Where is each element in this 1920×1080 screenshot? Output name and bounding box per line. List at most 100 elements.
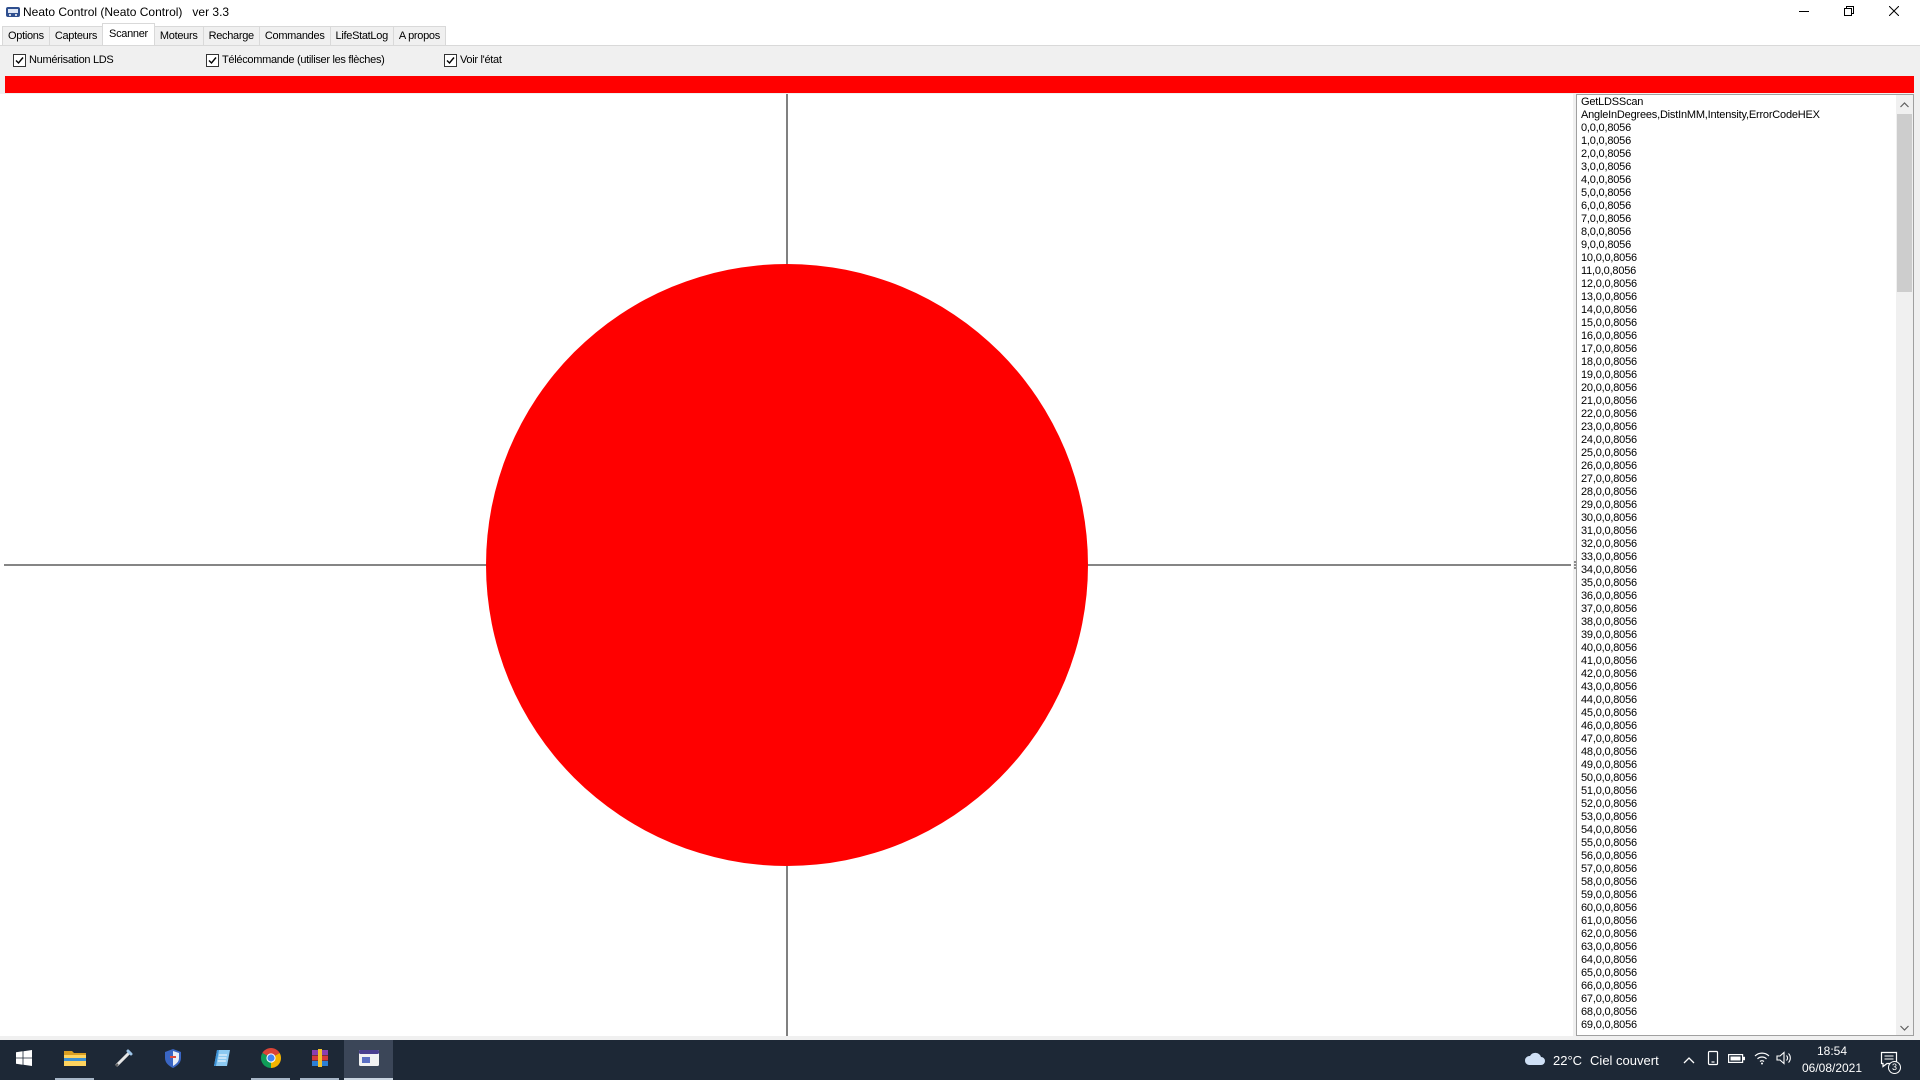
taskbar-app-archive[interactable]: [295, 1040, 344, 1080]
scan-output-line: 13,0,0,8056: [1581, 291, 1637, 303]
lds-scan-canvas[interactable]: [0, 94, 1573, 1036]
scan-output-line: 30,0,0,8056: [1581, 512, 1637, 524]
minimize-button[interactable]: [1781, 0, 1826, 24]
chevron-up-icon: [1683, 1051, 1695, 1069]
notification-count-badge: 3: [1888, 1061, 1901, 1074]
checkbox-box[interactable]: [13, 54, 26, 67]
scan-output-line: 16,0,0,8056: [1581, 330, 1637, 342]
scroll-up-button[interactable]: [1896, 95, 1913, 112]
scan-output-line: 6,0,0,8056: [1581, 200, 1631, 212]
scan-output-line: 42,0,0,8056: [1581, 668, 1637, 680]
clock-date: 06/08/2021: [1801, 1061, 1863, 1075]
lds-scan-checkbox[interactable]: Numérisation LDS: [13, 54, 114, 67]
tab-recharge[interactable]: Recharge: [202, 26, 260, 45]
archive-icon: [309, 1047, 331, 1074]
scan-output-line: 44,0,0,8056: [1581, 694, 1637, 706]
tab-capteurs[interactable]: Capteurs: [48, 26, 104, 45]
show-state-label[interactable]: Voir l'état: [460, 54, 502, 67]
weather-condition: Ciel couvert: [1590, 1052, 1659, 1068]
taskbar-app-chrome[interactable]: [246, 1040, 295, 1080]
scan-output-line: 59,0,0,8056: [1581, 889, 1637, 901]
show-hidden-icons-button[interactable]: [1678, 1040, 1700, 1080]
scan-output-line: 66,0,0,8056: [1581, 980, 1637, 992]
checkmark-icon: [15, 57, 24, 65]
tab-a-propos[interactable]: A propos: [392, 26, 446, 45]
cloudy-weather-icon: [1523, 1050, 1545, 1071]
tab-options[interactable]: Options: [2, 26, 50, 45]
tab-list: Options Capteurs Scanner Moteurs Recharg…: [2, 23, 446, 45]
scroll-down-button[interactable]: [1896, 1018, 1913, 1035]
scan-output-line: 3,0,0,8056: [1581, 161, 1631, 173]
scan-output-line: 47,0,0,8056: [1581, 733, 1637, 745]
scan-output-line: 58,0,0,8056: [1581, 876, 1637, 888]
scan-output-line: 64,0,0,8056: [1581, 954, 1637, 966]
scan-output-line: 67,0,0,8056: [1581, 993, 1637, 1005]
scan-output-line: 10,0,0,8056: [1581, 252, 1637, 264]
scan-output-line: 8,0,0,8056: [1581, 226, 1631, 238]
scan-output-line: 34,0,0,8056: [1581, 564, 1637, 576]
title-bar[interactable]: Neato Control (Neato Control) ver 3.3: [0, 0, 1920, 24]
lds-scan-label[interactable]: Numérisation LDS: [29, 54, 114, 67]
scan-output-textbox[interactable]: GetLDSScan AngleInDegrees,DistInMM,Intens…: [1576, 94, 1914, 1036]
status-bar: [5, 76, 1914, 93]
tab-lifestatlog[interactable]: LifeStatLog: [329, 26, 394, 45]
tray-volume-button[interactable]: [1773, 1040, 1795, 1080]
start-button[interactable]: [0, 1040, 48, 1080]
weather-text[interactable]: 22°C Ciel couvert: [1553, 1040, 1659, 1080]
scan-output-line: 4,0,0,8056: [1581, 174, 1631, 186]
scan-output-line: 43,0,0,8056: [1581, 681, 1637, 693]
tab-commandes[interactable]: Commandes: [258, 26, 331, 45]
weather-button[interactable]: [1523, 1040, 1545, 1080]
checkmark-icon: [446, 57, 455, 65]
scan-output-line: 35,0,0,8056: [1581, 577, 1637, 589]
scroll-thumb[interactable]: [1897, 114, 1912, 292]
scan-output-line: 48,0,0,8056: [1581, 746, 1637, 758]
taskbar-app-file-explorer[interactable]: [50, 1040, 99, 1080]
remote-control-checkbox[interactable]: Télécommande (utiliser les flèches): [206, 54, 385, 67]
tablet-icon: [1706, 1050, 1720, 1071]
taskbar-app-pen-tool[interactable]: [99, 1040, 148, 1080]
checkbox-box[interactable]: [444, 54, 457, 67]
scan-output-line: 32,0,0,8056: [1581, 538, 1637, 550]
scan-output-line: 7,0,0,8056: [1581, 213, 1631, 225]
tray-network-button[interactable]: [1751, 1040, 1773, 1080]
scan-output-line: 0,0,0,8056: [1581, 122, 1631, 134]
tab-moteurs[interactable]: Moteurs: [153, 26, 204, 45]
restore-button[interactable]: [1826, 0, 1871, 24]
scan-output-line: 51,0,0,8056: [1581, 785, 1637, 797]
taskbar-app-neato-control[interactable]: [344, 1040, 393, 1080]
minimize-icon: [1798, 3, 1809, 21]
taskbar-app-notebook[interactable]: [197, 1040, 246, 1080]
taskbar-clock[interactable]: 18:54 06/08/2021: [1800, 1043, 1864, 1077]
chevron-down-icon: [1900, 1018, 1909, 1036]
scan-output-line: 69,0,0,8056: [1581, 1019, 1637, 1031]
scan-output-line: 56,0,0,8056: [1581, 850, 1637, 862]
tab-scanner[interactable]: Scanner: [102, 23, 155, 45]
vertical-scrollbar[interactable]: [1896, 95, 1913, 1035]
tray-battery-button[interactable]: [1726, 1040, 1748, 1080]
scan-output-line: 57,0,0,8056: [1581, 863, 1637, 875]
action-center-button[interactable]: 3: [1876, 1040, 1902, 1080]
chrome-icon: [260, 1047, 282, 1074]
scan-output-line: 19,0,0,8056: [1581, 369, 1637, 381]
scan-output-line: 52,0,0,8056: [1581, 798, 1637, 810]
neato-app-icon[interactable]: [5, 4, 21, 20]
battery-icon: [1728, 1051, 1746, 1069]
windows-start-icon: [16, 1049, 32, 1071]
tray-tablet-button[interactable]: [1702, 1040, 1724, 1080]
remote-control-label[interactable]: Télécommande (utiliser les flèches): [222, 54, 385, 67]
scan-output-line: 25,0,0,8056: [1581, 447, 1637, 459]
scan-output-line: 31,0,0,8056: [1581, 525, 1637, 537]
scan-output-line: 68,0,0,8056: [1581, 1006, 1637, 1018]
scan-output-line: 20,0,0,8056: [1581, 382, 1637, 394]
show-state-checkbox[interactable]: Voir l'état: [444, 54, 502, 67]
scan-output-line: 18,0,0,8056: [1581, 356, 1637, 368]
window-title: Neato Control (Neato Control) ver 3.3: [23, 5, 230, 19]
scan-output-line: 36,0,0,8056: [1581, 590, 1637, 602]
close-button[interactable]: [1871, 0, 1916, 24]
taskbar-app-security[interactable]: [148, 1040, 197, 1080]
checkbox-box[interactable]: [206, 54, 219, 67]
scan-output-line: 28,0,0,8056: [1581, 486, 1637, 498]
tab-strip: Options Capteurs Scanner Moteurs Recharg…: [0, 22, 1920, 45]
scan-output-line: 17,0,0,8056: [1581, 343, 1637, 355]
